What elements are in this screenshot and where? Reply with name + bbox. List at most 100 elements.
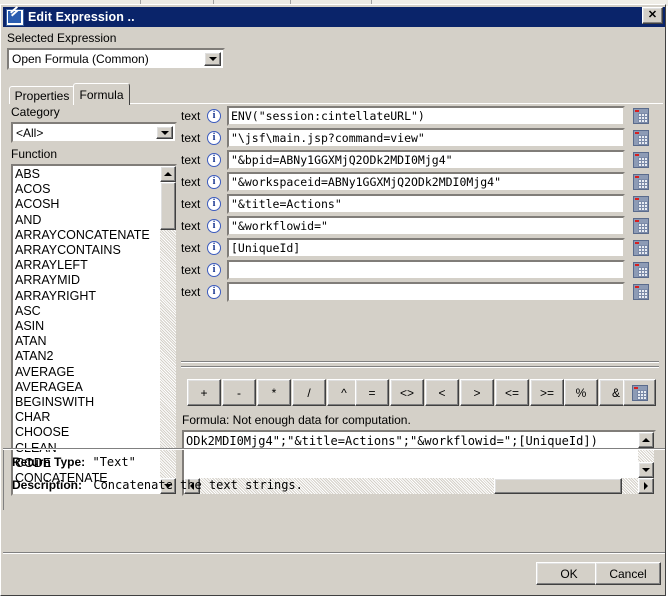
panel-edge	[3, 450, 8, 510]
operator-button[interactable]: /	[292, 379, 326, 406]
grid-icon[interactable]	[633, 152, 649, 168]
operator-button[interactable]: *	[257, 379, 291, 406]
argument-input[interactable]: "&workspaceid=ABNy1GGXMjQ2ODk2MDI0Mjg4"	[227, 172, 625, 192]
function-list-item[interactable]: ASIN	[15, 319, 175, 334]
category-label: Category	[11, 105, 60, 119]
info-icon[interactable]: i	[207, 109, 221, 123]
info-icon[interactable]: i	[207, 219, 221, 233]
chevron-down-icon[interactable]	[156, 126, 173, 139]
argument-row: text i "&title=Actions"	[181, 193, 649, 215]
argument-type-label: text	[181, 241, 201, 255]
argument-input[interactable]: "&bpid=ABNy1GGXMjQ2ODk2MDI0Mjg4"	[227, 150, 625, 170]
argument-type-label: text	[181, 153, 201, 167]
divider	[3, 448, 665, 450]
function-list-item[interactable]: AVERAGE	[15, 365, 175, 380]
argument-row: text i "&bpid=ABNy1GGXMjQ2ODk2MDI0Mjg4"	[181, 149, 649, 171]
function-list-item[interactable]: ARRAYMID	[15, 273, 175, 288]
close-icon[interactable]: ✕	[642, 7, 663, 24]
operator-grid-button[interactable]	[623, 379, 656, 406]
info-icon[interactable]: i	[207, 131, 221, 145]
info-icon[interactable]: i	[207, 175, 221, 189]
scroll-up-icon[interactable]	[160, 166, 176, 182]
scrollbar-thumb[interactable]	[160, 182, 176, 230]
divider	[181, 361, 659, 363]
scroll-down-icon[interactable]	[638, 462, 654, 478]
argument-type-label: text	[181, 285, 201, 299]
argument-type-label: text	[181, 175, 201, 189]
info-icon[interactable]: i	[207, 285, 221, 299]
grid-icon[interactable]	[633, 174, 649, 190]
function-list-item[interactable]: ABS	[15, 167, 175, 182]
edit-expression-dialog: Edit Expression .. ✕ Selected Expression…	[0, 4, 666, 596]
function-list-item[interactable]: ASC	[15, 304, 175, 319]
function-list-item[interactable]: CHAR	[15, 410, 175, 425]
operator-button[interactable]: +	[187, 379, 221, 406]
scroll-right-icon[interactable]	[638, 478, 654, 494]
window-title: Edit Expression ..	[28, 10, 135, 24]
argument-input[interactable]: [UniqueId]	[227, 238, 625, 258]
info-icon[interactable]: i	[207, 263, 221, 277]
function-list-item[interactable]: ARRAYCONTAINS	[15, 243, 175, 258]
operator-button[interactable]: >	[460, 379, 494, 406]
function-listbox[interactable]: ABS ACOS ACOSH AND ARRAYCONCATENATE ARRAYCONT…	[11, 164, 177, 496]
function-list-scrollbar[interactable]	[160, 166, 176, 494]
grid-icon[interactable]	[633, 284, 649, 300]
function-list-item[interactable]: AVERAGEA	[15, 380, 175, 395]
argument-input[interactable]: ENV("session:cintellateURL")	[227, 106, 625, 126]
cancel-button[interactable]: Cancel	[595, 562, 661, 585]
function-list-item[interactable]: ACOS	[15, 182, 175, 197]
formula-vertical-scrollbar[interactable]	[638, 432, 654, 478]
chevron-down-icon[interactable]	[204, 52, 221, 66]
argument-input[interactable]: "&title=Actions"	[227, 194, 625, 214]
selected-expression-dropdown[interactable]: Open Formula (Common)	[7, 48, 225, 70]
title-bar[interactable]: Edit Expression ..	[3, 5, 665, 27]
operator-button[interactable]: <	[425, 379, 459, 406]
function-list-item[interactable]: ARRAYRIGHT	[15, 289, 175, 304]
tab-formula[interactable]: Formula	[73, 83, 130, 105]
tab-properties[interactable]: Properties	[9, 86, 75, 104]
argument-row: text i ENV("session:cintellateURL")	[181, 105, 649, 127]
function-list-item[interactable]: AND	[15, 213, 175, 228]
argument-type-label: text	[181, 197, 201, 211]
grid-icon[interactable]	[633, 196, 649, 212]
grid-icon[interactable]	[633, 240, 649, 256]
argument-input[interactable]	[227, 282, 625, 302]
operator-button[interactable]: <>	[390, 379, 424, 406]
argument-type-label: text	[181, 219, 201, 233]
operator-button[interactable]: -	[222, 379, 256, 406]
argument-input[interactable]: "&workflowid="	[227, 216, 625, 236]
function-list-item[interactable]: ACOSH	[15, 197, 175, 212]
argument-type-label: text	[181, 109, 201, 123]
grid-icon[interactable]	[633, 218, 649, 234]
selected-expression-value: Open Formula (Common)	[12, 52, 149, 66]
function-list-item[interactable]: BEGINSWITH	[15, 395, 175, 410]
operator-button[interactable]: >=	[530, 379, 564, 406]
operator-button[interactable]: %	[564, 379, 598, 406]
info-icon[interactable]: i	[207, 153, 221, 167]
function-items[interactable]: ABS ACOS ACOSH AND ARRAYCONCATENATE ARRAYCONT…	[13, 166, 175, 486]
argument-input[interactable]: "\jsf\main.jsp?command=view"	[227, 128, 625, 148]
grid-icon[interactable]	[633, 262, 649, 278]
function-list-item[interactable]: ATAN	[15, 334, 175, 349]
argument-input[interactable]	[227, 260, 625, 280]
function-list-item[interactable]: ATAN2	[15, 349, 175, 364]
grid-icon[interactable]	[633, 108, 649, 124]
argument-type-label: text	[181, 263, 201, 277]
scrollbar-thumb[interactable]	[494, 478, 622, 494]
ok-button[interactable]: OK	[536, 562, 602, 585]
function-list-item[interactable]: CHOOSE	[15, 425, 175, 440]
grid-icon[interactable]	[633, 130, 649, 146]
return-type-row: Return Type: "Text"	[12, 455, 136, 469]
scroll-up-icon[interactable]	[638, 432, 654, 448]
category-value: <All>	[16, 125, 44, 140]
function-list-item[interactable]: ARRAYLEFT	[15, 258, 175, 273]
argument-row: text i "&workflowid="	[181, 215, 649, 237]
operator-button[interactable]: <=	[495, 379, 529, 406]
function-list-item[interactable]: ARRAYCONCATENATE	[15, 228, 175, 243]
argument-row: text i	[181, 281, 649, 303]
operator-button[interactable]: =	[355, 379, 389, 406]
category-dropdown[interactable]: <All>	[11, 122, 177, 143]
return-type-label: Return Type:	[12, 455, 86, 469]
info-icon[interactable]: i	[207, 197, 221, 211]
info-icon[interactable]: i	[207, 241, 221, 255]
